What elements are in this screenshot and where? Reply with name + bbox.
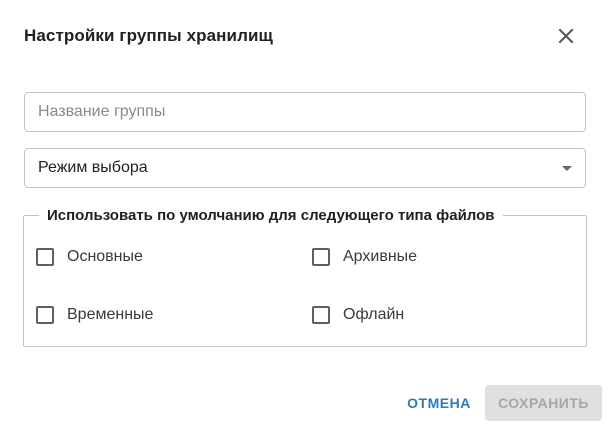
group-name-input[interactable]: [25, 93, 585, 131]
selection-mode-select[interactable]: Режим выбора: [24, 148, 586, 188]
checkbox-temporary-label: Временные: [67, 306, 154, 323]
checkbox-offline[interactable]: Офлайн: [312, 306, 404, 324]
checkbox-offline-label: Офлайн: [343, 306, 405, 323]
selection-mode-value: Режим выбора: [38, 159, 148, 176]
dialog-title: Настройки группы хранилищ: [24, 26, 273, 45]
close-button[interactable]: [550, 20, 582, 52]
checkbox-archive-box[interactable]: [312, 248, 330, 266]
default-file-types-legend: Использовать по умолчанию для следующего…: [39, 207, 503, 224]
checkbox-main[interactable]: Основные: [36, 248, 143, 266]
cancel-button[interactable]: ОТМЕНА: [400, 386, 478, 420]
close-icon: [558, 28, 574, 44]
default-file-types-group: Использовать по умолчанию для следующего…: [23, 207, 587, 347]
group-name-field: [24, 92, 586, 132]
checkbox-main-box[interactable]: [36, 248, 54, 266]
checkbox-archive[interactable]: Архивные: [312, 248, 417, 266]
checkbox-archive-label: Архивные: [343, 248, 418, 265]
checkbox-temporary-box[interactable]: [36, 306, 54, 324]
storage-group-settings-dialog: Настройки группы хранилищ Режим выбора И…: [0, 0, 610, 428]
checkbox-temporary[interactable]: Временные: [36, 306, 153, 324]
checkbox-main-label: Основные: [67, 248, 143, 265]
chevron-down-icon: [562, 166, 572, 171]
save-button[interactable]: СОХРАНИТЬ: [485, 385, 602, 421]
checkbox-offline-box[interactable]: [312, 306, 330, 324]
